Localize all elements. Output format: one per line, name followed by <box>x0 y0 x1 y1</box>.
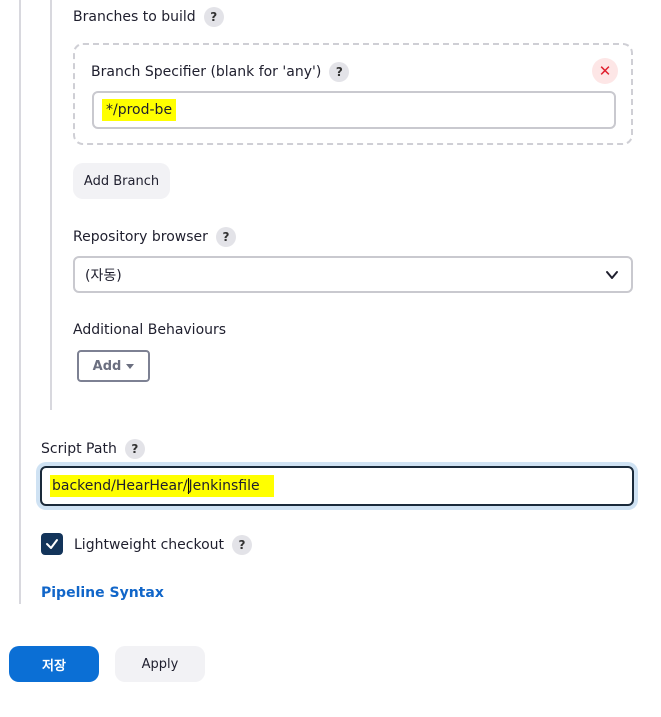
branch-specifier-label: Branch Specifier (blank for 'any') <box>91 64 322 80</box>
branches-to-build-row: Branches to build ? <box>73 7 224 27</box>
help-icon[interactable]: ? <box>215 227 236 247</box>
branches-to-build-label: Branches to build <box>73 9 196 25</box>
script-path-suffix: Jenkinsfile <box>188 478 260 494</box>
save-button[interactable]: 저장 <box>9 646 99 682</box>
lightweight-checkout-label[interactable]: Lightweight checkout <box>74 537 224 553</box>
apply-label: Apply <box>141 656 179 672</box>
help-icon[interactable]: ? <box>329 62 350 82</box>
branch-specifier-value: */prod-be <box>102 99 177 121</box>
script-path-input[interactable]: backend/HearHear/Jenkinsfile <box>40 466 634 506</box>
script-path-label: Script Path <box>41 441 117 457</box>
help-icon[interactable]: ? <box>232 535 253 555</box>
help-icon[interactable]: ? <box>124 439 145 459</box>
branch-entry: Branch Specifier (blank for 'any') ? ✕ *… <box>73 43 633 145</box>
repo-browser-label: Repository browser <box>73 229 208 245</box>
add-branch-label: Add Branch <box>83 173 160 189</box>
add-label: Add <box>92 358 122 374</box>
additional-behaviours-row: Additional Behaviours <box>73 322 226 338</box>
add-behaviour-button[interactable]: Add <box>77 350 150 382</box>
additional-behaviours-label: Additional Behaviours <box>73 322 227 338</box>
close-icon: ✕ <box>598 62 612 80</box>
script-path-value: backend/HearHear/Jenkinsfile <box>50 475 274 497</box>
add-branch-button[interactable]: Add Branch <box>73 163 170 199</box>
pipeline-syntax-link[interactable]: Pipeline Syntax <box>41 585 164 601</box>
script-path-row: Script Path ? <box>41 439 145 459</box>
help-icon[interactable]: ? <box>203 7 224 27</box>
section-border-inner <box>50 0 52 410</box>
section-border-outer <box>19 0 21 604</box>
lightweight-checkout-checkbox[interactable] <box>41 533 63 555</box>
check-icon <box>46 539 58 549</box>
branch-specifier-row: Branch Specifier (blank for 'any') ? <box>91 62 350 82</box>
lightweight-checkout-row: Lightweight checkout ? <box>74 535 253 555</box>
repo-browser-row: Repository browser ? <box>73 227 236 247</box>
repo-browser-select[interactable]: (자동) <box>73 256 633 293</box>
remove-branch-button[interactable]: ✕ <box>592 58 618 84</box>
save-label: 저장 <box>42 658 66 674</box>
repo-browser-value: (자동) <box>85 267 122 284</box>
script-path-prefix: backend/HearHear/ <box>52 478 188 494</box>
caret-down-icon <box>126 363 135 369</box>
chevron-down-icon <box>606 270 618 279</box>
branch-specifier-input[interactable]: */prod-be <box>92 91 616 129</box>
apply-button[interactable]: Apply <box>115 646 205 682</box>
